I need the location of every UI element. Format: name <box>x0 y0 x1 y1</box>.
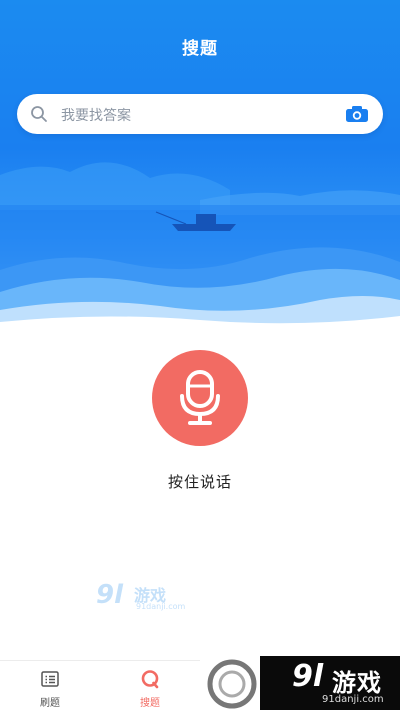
watermark-banner: 9l 游戏 91danji.com <box>200 656 400 710</box>
search-icon <box>31 106 47 122</box>
tab-practice-label: 刷题 <box>40 698 60 709</box>
hold-to-speak-label: 按住说话 <box>167 473 232 491</box>
camera-icon[interactable] <box>345 105 369 123</box>
microphone-icon <box>180 370 220 425</box>
app-screen: 搜题 我要找答案 按住说话 9l 游戏 91danji.com 刷题 搜题 9l… <box>0 0 400 710</box>
watermark-circle-graphic <box>200 656 260 710</box>
voice-record-button[interactable] <box>152 350 248 446</box>
banner-logo-mark: 9l <box>292 659 324 694</box>
hero-banner: 搜题 我要找答案 <box>0 0 400 330</box>
watermark-url: 91danji.com <box>136 602 186 611</box>
banner-name: 游戏 <box>332 669 382 697</box>
tab-practice[interactable]: 刷题 <box>20 661 80 710</box>
page-title: 搜题 <box>182 39 218 59</box>
search-placeholder[interactable]: 我要找答案 <box>61 105 131 125</box>
tab-search[interactable]: 搜题 <box>120 661 180 710</box>
search-tab-icon <box>141 670 159 689</box>
banner-url: 91danji.com <box>322 694 384 705</box>
search-bar[interactable]: 我要找答案 <box>17 94 383 134</box>
tab-search-label: 搜题 <box>140 698 160 709</box>
watermark-logo-mark: 9l <box>96 580 124 610</box>
watermark-logo: 9l 游戏 91danji.com <box>96 580 206 616</box>
list-icon <box>41 671 59 687</box>
